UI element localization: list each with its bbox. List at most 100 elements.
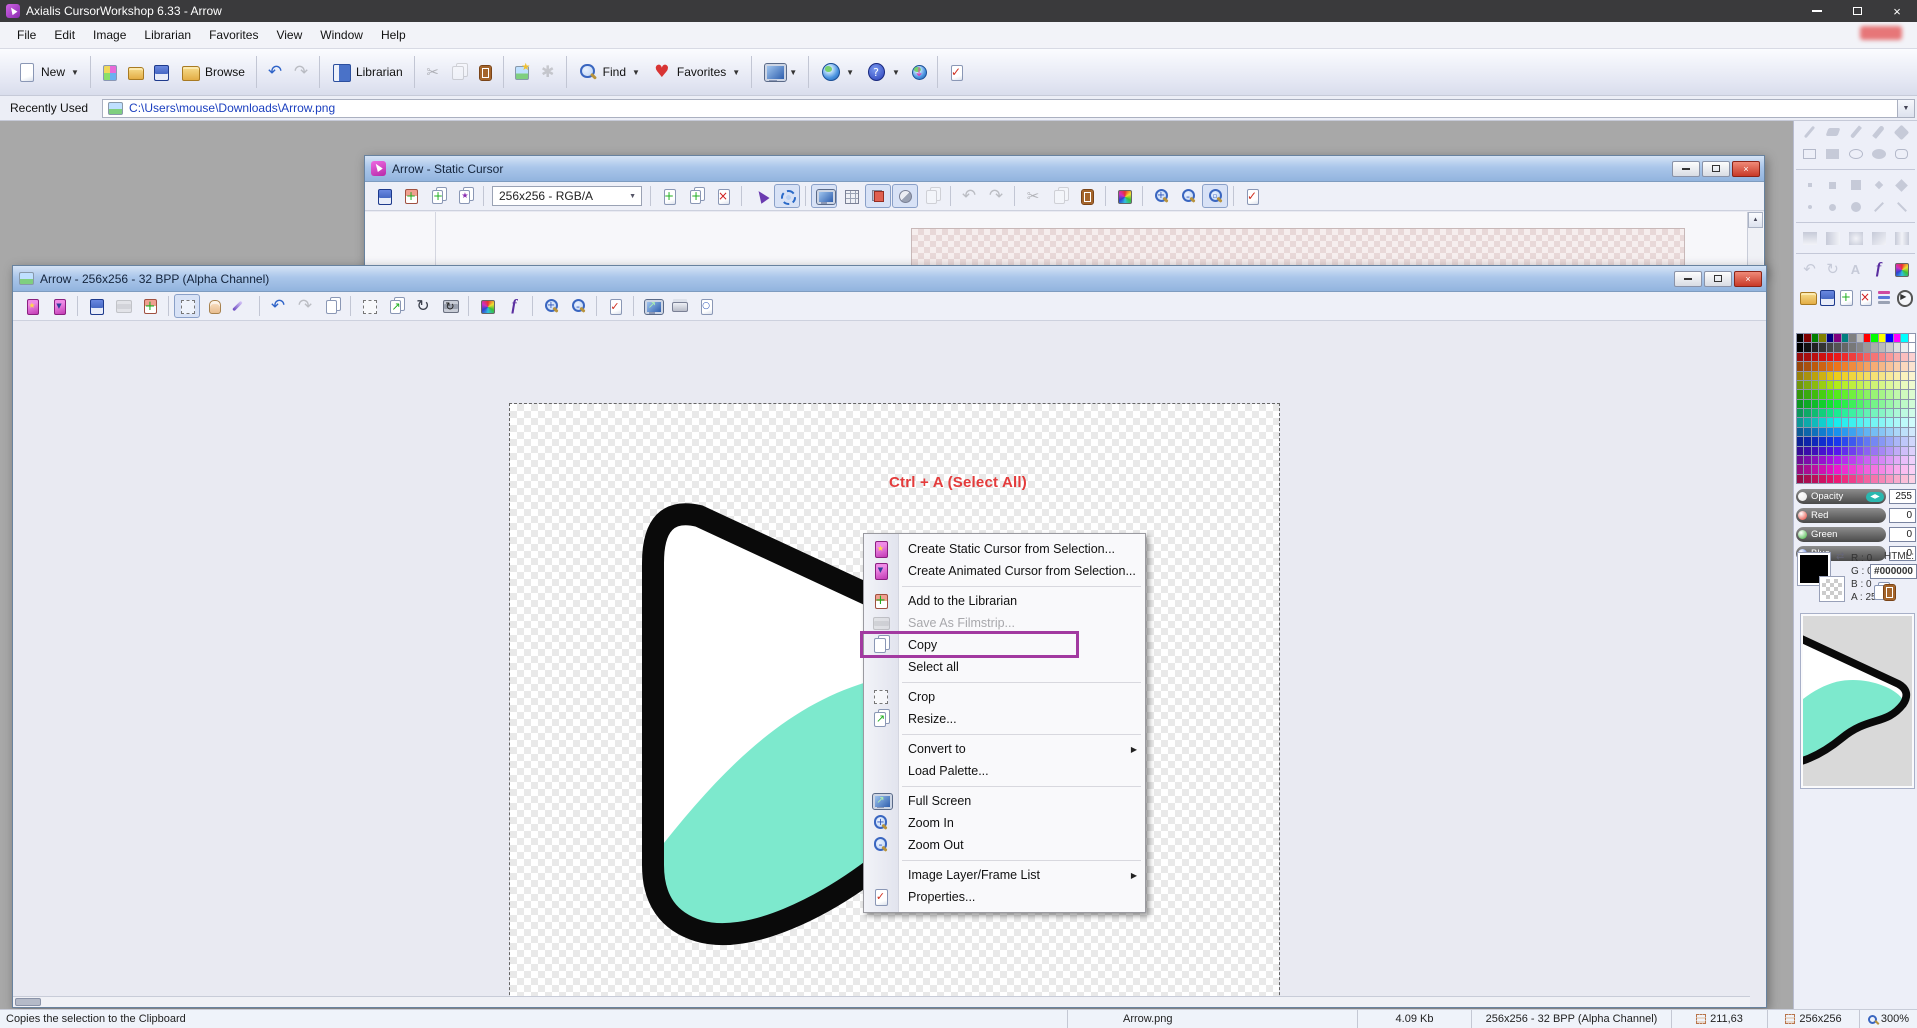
web-globe-button[interactable]: ▼ [814,53,860,91]
palette-swatch[interactable] [1857,353,1863,361]
rotate-tool-button[interactable]: ↻ [410,294,436,318]
palette-swatch[interactable] [1804,334,1810,342]
palette-swatch[interactable] [1857,475,1863,483]
palette-swatch[interactable] [1886,475,1892,483]
palette-swatch[interactable] [1834,409,1840,417]
palette-swatch[interactable] [1909,381,1915,389]
horizontal-scrollbar[interactable] [13,996,1750,1007]
palette-swatch[interactable] [1909,343,1915,351]
close-button[interactable]: × [1734,271,1762,287]
palette-swatch[interactable] [1819,353,1825,361]
palette-swatch[interactable] [1864,343,1870,351]
palette-swatch[interactable] [1857,456,1863,464]
palette-swatch[interactable] [1834,334,1840,342]
properties-check-button[interactable]: ✓ [602,294,628,318]
palette-swatch[interactable] [1886,334,1892,342]
palette-swatch[interactable] [1864,372,1870,380]
palette-swatch[interactable] [1879,447,1885,455]
palette-swatch[interactable] [1812,372,1818,380]
palette-swatch[interactable] [1901,381,1907,389]
palette-swatch[interactable] [1849,447,1855,455]
crop-tool-button[interactable] [356,294,382,318]
palette-swatch[interactable] [1849,456,1855,464]
palette-swatch[interactable] [1819,372,1825,380]
palette-swatch[interactable] [1857,447,1863,455]
palette-swatch[interactable] [1812,390,1818,398]
palette-swatch[interactable] [1827,381,1833,389]
palette-swatch[interactable] [1879,362,1885,370]
palette-swatch[interactable] [1864,447,1870,455]
palette-swatch[interactable] [1901,437,1907,445]
palette-swatch[interactable] [1812,343,1818,351]
palette-swatch[interactable] [1864,418,1870,426]
palette-swatch[interactable] [1827,409,1833,417]
chevron-down-icon[interactable]: ▼ [892,68,900,77]
palette-swatch[interactable] [1857,465,1863,473]
palette-swatch[interactable] [1812,456,1818,464]
palette-swatch[interactable] [1871,353,1877,361]
palette-swatch[interactable] [1812,353,1818,361]
palette-swatch[interactable] [1849,409,1855,417]
rotate-frames-button[interactable]: ↻ [437,294,463,318]
palette-swatch[interactable] [1894,456,1900,464]
palette-swatch[interactable] [1827,400,1833,408]
palette-swatch[interactable] [1871,390,1877,398]
palette-swatch[interactable] [1819,400,1825,408]
palette-colors-button[interactable] [474,294,500,318]
save-floppy-button[interactable] [371,184,397,208]
palette-swatch[interactable] [1894,465,1900,473]
palette-swatch[interactable] [1857,437,1863,445]
palette-swatch[interactable] [1834,428,1840,436]
doc-window-titlebar[interactable]: Arrow - 256x256 - 32 BPP (Alpha Channel)… [13,266,1766,292]
palette-swatch[interactable] [1849,381,1855,389]
palette-swatch[interactable] [1901,465,1907,473]
palette-swatch[interactable] [1901,390,1907,398]
palette-swatch[interactable] [1849,362,1855,370]
palette-swatch[interactable] [1827,475,1833,483]
palette-swatch[interactable] [1812,475,1818,483]
palette-swatch[interactable] [1842,400,1848,408]
context-menu-item-add-to-the-librarian[interactable]: +Add to the Librarian [864,590,1145,612]
palette-swatch[interactable] [1879,418,1885,426]
palette-swatch[interactable] [1819,362,1825,370]
palette-swatch[interactable] [1864,390,1870,398]
palette-swatch[interactable] [1864,400,1870,408]
palette-swatch[interactable] [1864,362,1870,370]
zoom-out-button[interactable]: - [1175,184,1201,208]
palette-swatch[interactable] [1849,418,1855,426]
toggle-alpha-button[interactable] [892,184,918,208]
palette-on-tool[interactable] [1892,259,1912,279]
palette-swatch[interactable] [1879,456,1885,464]
palette-swatch[interactable] [1871,362,1877,370]
palette-swatch[interactable] [1857,381,1863,389]
palette-swatch[interactable] [1857,428,1863,436]
palette-swatch[interactable] [1827,428,1833,436]
menu-window[interactable]: Window [311,24,372,46]
find-button[interactable]: Find▼ [572,53,646,91]
print-button[interactable] [666,294,692,318]
script-f-on-tool[interactable]: f [1869,259,1889,279]
palette-swatch[interactable] [1901,343,1907,351]
restore-button[interactable] [1702,161,1730,177]
palette-swatch[interactable] [1834,475,1840,483]
palette-swatch[interactable] [1834,456,1840,464]
palette-swatch[interactable] [1842,465,1848,473]
zoom-out-button[interactable]: - [565,294,591,318]
palette-swatch[interactable] [1894,362,1900,370]
palette-swatch[interactable] [1834,353,1840,361]
palette-swatch[interactable] [1812,428,1818,436]
close-button[interactable]: × [1877,0,1917,22]
palette-swatch[interactable] [1864,428,1870,436]
palette-swatch[interactable] [1834,362,1840,370]
context-menu-item-zoom-out[interactable]: -Zoom Out [864,834,1145,856]
palette-swatch[interactable] [1894,447,1900,455]
palette-swatch[interactable] [1894,437,1900,445]
add-image-wand-button[interactable]: ★ [452,184,478,208]
context-menu-item-resize[interactable]: ↗Resize... [864,708,1145,730]
palette-swatch[interactable] [1871,437,1877,445]
opacity-value-field[interactable]: 255 [1889,489,1916,504]
full-screen-button[interactable]: ↗ [639,294,665,318]
palette-swatch[interactable] [1871,465,1877,473]
palette-swatch[interactable] [1797,381,1803,389]
palette-swatch[interactable] [1879,381,1885,389]
